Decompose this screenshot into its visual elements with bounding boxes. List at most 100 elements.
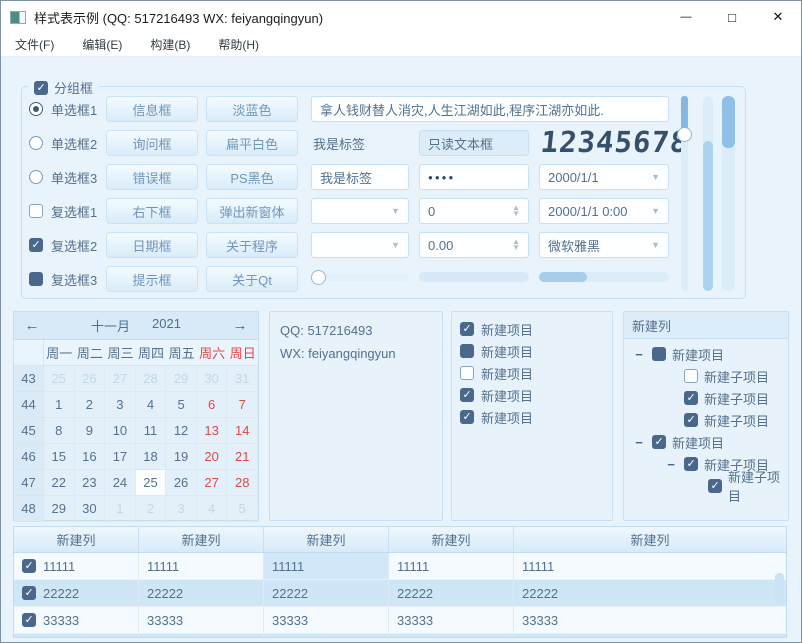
table-column-header[interactable]: 新建列 [514, 527, 786, 552]
long-text-input-field[interactable] [320, 97, 660, 121]
calendar-day-cell[interactable]: 1 [44, 392, 75, 418]
table-cell[interactable]: 22222 [14, 580, 139, 607]
table-scrollbar-thumb[interactable] [775, 573, 784, 603]
combo-box-2[interactable]: ▼ [311, 232, 409, 258]
spinner-arrows-icon[interactable]: ▲▼ [512, 239, 520, 251]
tree-item[interactable]: − 新建项目 [624, 431, 788, 453]
push-button[interactable]: 弹出新窗体 [206, 198, 298, 224]
calendar-day-cell[interactable]: 4 [197, 496, 228, 522]
push-button[interactable]: 关于程序 [206, 232, 298, 258]
close-button[interactable]: ✕ [755, 1, 801, 33]
calendar-day-cell[interactable]: 13 [197, 418, 228, 444]
tree-item[interactable]: 新建子项目 [624, 475, 788, 497]
calendar-day-cell[interactable]: 19 [166, 444, 197, 470]
notes-textarea[interactable]: QQ: 517216493 WX: feiyangqingyun [269, 311, 443, 521]
checkbox-icon[interactable] [684, 391, 698, 405]
calendar-day-cell[interactable]: 20 [197, 444, 228, 470]
tree-item[interactable]: − 新建项目 [624, 343, 788, 365]
calendar-day-cell[interactable]: 9 [75, 418, 106, 444]
tree-item[interactable]: 新建子项目 [624, 387, 788, 409]
checkbox-icon[interactable] [460, 344, 474, 358]
calendar-day-cell[interactable]: 23 [75, 470, 106, 496]
horizontal-slider-handle[interactable] [311, 270, 326, 285]
tree-item[interactable]: 新建子项目 [624, 409, 788, 431]
text-input[interactable] [311, 164, 409, 190]
calendar-month[interactable]: 十一月 [91, 316, 130, 335]
calendar-day-cell[interactable]: 27 [105, 366, 136, 392]
spinner-arrows-icon[interactable]: ▲▼ [512, 205, 520, 217]
vertical-slider-track[interactable] [681, 96, 688, 291]
checkbox-icon[interactable] [22, 613, 36, 627]
calendar-day-cell[interactable]: 31 [227, 366, 258, 392]
radio-icon[interactable] [29, 136, 43, 150]
table-cell[interactable]: 11111 [514, 553, 786, 580]
horizontal-slider-track[interactable] [315, 274, 409, 281]
push-button[interactable]: PS黑色 [206, 164, 298, 190]
calendar-day-cell[interactable]: 25 [136, 470, 167, 496]
calendar-day-cell[interactable]: 11 [136, 418, 167, 444]
table-cell[interactable]: 22222 [139, 580, 264, 607]
menu-item[interactable]: 文件(F) [1, 33, 68, 57]
push-button[interactable]: 关于Qt [206, 266, 298, 292]
chevron-down-icon[interactable]: ▼ [651, 172, 660, 182]
table-cell[interactable]: 44444 [139, 634, 264, 638]
calendar-day-cell[interactable]: 30 [197, 366, 228, 392]
table-cell[interactable]: 44444 [14, 634, 139, 638]
checkbox-icon[interactable] [22, 586, 36, 600]
double-spinbox[interactable]: 0.00 ▲▼ [419, 232, 529, 258]
expander-icon[interactable]: − [664, 457, 678, 472]
table-row[interactable]: 22222 22222 22222 22222 22222 [14, 580, 786, 607]
checkbox-option[interactable]: 复选框1 [29, 198, 97, 224]
calendar-day-cell[interactable]: 25 [44, 366, 75, 392]
checkbox-icon[interactable] [460, 410, 474, 424]
calendar-day-cell[interactable]: 7 [227, 392, 258, 418]
table-cell[interactable]: 44444 [264, 634, 389, 638]
calendar-day-cell[interactable]: 28 [136, 366, 167, 392]
table-cell[interactable]: 22222 [389, 580, 514, 607]
table-cell[interactable]: 33333 [389, 607, 514, 634]
checkbox-icon[interactable] [708, 479, 722, 493]
calendar-day-cell[interactable]: 27 [197, 470, 228, 496]
table-cell[interactable]: 33333 [14, 607, 139, 634]
checkbox-option[interactable]: 复选框3 [29, 266, 97, 292]
calendar-day-cell[interactable]: 17 [105, 444, 136, 470]
table-column-header[interactable]: 新建列 [14, 527, 139, 552]
tree-item[interactable]: 新建子项目 [624, 365, 788, 387]
calendar-day-cell[interactable]: 26 [166, 470, 197, 496]
chevron-down-icon[interactable]: ▼ [391, 240, 400, 250]
table-cell[interactable]: 22222 [514, 580, 786, 607]
calendar-day-cell[interactable]: 22 [44, 470, 75, 496]
calendar-day-cell[interactable]: 28 [227, 470, 258, 496]
checkbox-icon[interactable] [652, 347, 666, 361]
horizontal-bar[interactable] [419, 272, 529, 282]
groupbox-checkbox-icon[interactable] [34, 81, 48, 95]
calendar-day-cell[interactable]: 8 [44, 418, 75, 444]
checkbox-option[interactable]: 复选框2 [29, 232, 97, 258]
table-row[interactable]: 11111 11111 11111 11111 11111 [14, 553, 786, 580]
checkbox-icon[interactable] [684, 457, 698, 471]
table-cell[interactable]: 33333 [264, 607, 389, 634]
calendar-day-cell[interactable]: 21 [227, 444, 258, 470]
checkbox-icon[interactable] [29, 272, 43, 286]
calendar-year[interactable]: 2021 [152, 316, 181, 335]
calendar-day-cell[interactable]: 4 [136, 392, 167, 418]
int-spinbox[interactable]: 0 ▲▼ [419, 198, 529, 224]
calendar-day-cell[interactable]: 6 [197, 392, 228, 418]
checkbox-icon[interactable] [652, 435, 666, 449]
calendar-day-cell[interactable]: 1 [105, 496, 136, 522]
datetime-edit[interactable]: 2000/1/1 0:00 ▼ [539, 198, 669, 224]
push-button[interactable]: 扁平白色 [206, 130, 298, 156]
push-button[interactable]: 右下框 [106, 198, 198, 224]
vertical-slider-handle[interactable] [677, 127, 692, 142]
checkbox-icon[interactable] [29, 238, 43, 252]
calendar-day-cell[interactable]: 5 [227, 496, 258, 522]
expander-icon[interactable]: − [632, 435, 646, 450]
calendar-day-cell[interactable]: 18 [136, 444, 167, 470]
list-item[interactable]: 新建项目 [460, 406, 604, 428]
table-cell[interactable]: 44444 [389, 634, 514, 638]
menu-item[interactable]: 编辑(E) [68, 33, 136, 57]
calendar-day-cell[interactable]: 2 [136, 496, 167, 522]
table-cell[interactable]: 44444 [514, 634, 786, 638]
table-cell[interactable]: 22222 [264, 580, 389, 607]
radio-option[interactable]: 单选框3 [29, 164, 97, 190]
